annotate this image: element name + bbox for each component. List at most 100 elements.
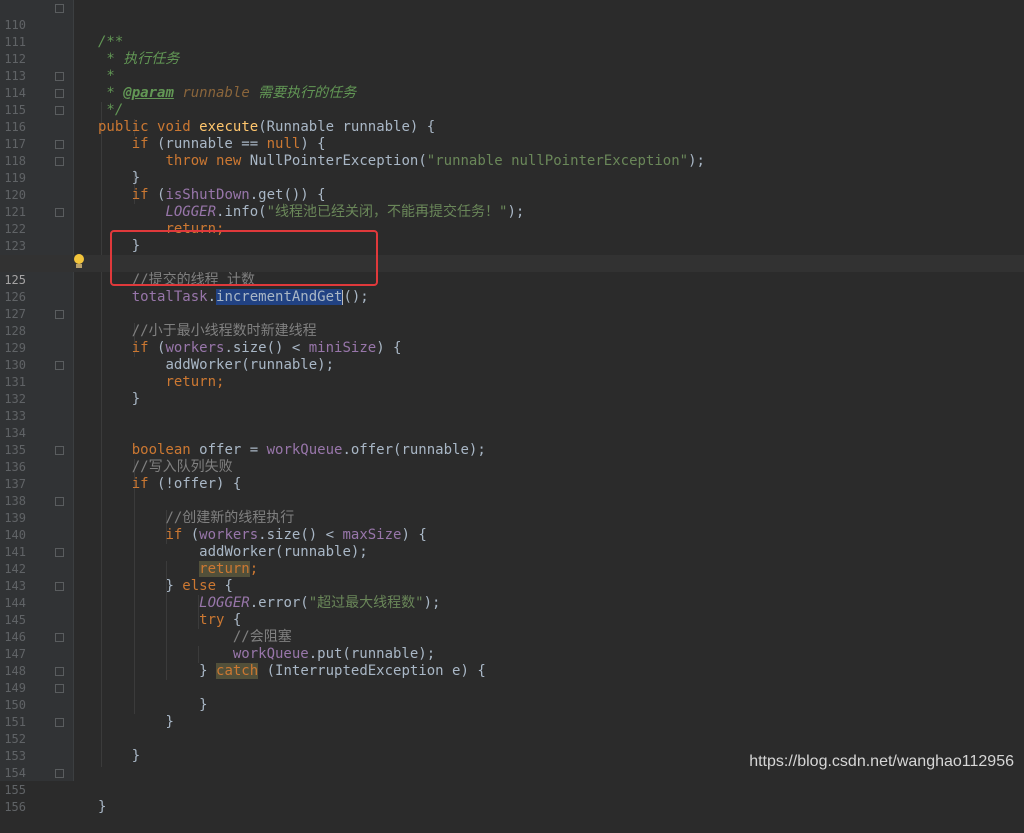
code-text: }: [98, 170, 140, 187]
code-line[interactable]: 150 }: [0, 680, 174, 730]
code-line[interactable]: 133: [0, 391, 34, 423]
code-line[interactable]: 110 /**: [0, 0, 123, 50]
code-line[interactable]: 120 LOGGER.info("线程池已经关闭，不能再提交任务！");: [0, 170, 524, 220]
code-line[interactable]: 117 throw new NullPointerException("runn…: [0, 119, 705, 169]
javadoc-param: runnable: [182, 85, 250, 101]
field-reference: maxSize: [342, 527, 402, 543]
fold-marker[interactable]: [55, 140, 64, 149]
code-line[interactable]: 135 //写入队列失败: [0, 425, 232, 475]
code-token: (Runnable runnable) {: [258, 119, 436, 135]
code-line[interactable]: 144 try {: [0, 578, 241, 628]
fold-marker[interactable]: [55, 310, 64, 319]
code-text: if (workers.size() < miniSize) {: [98, 340, 402, 357]
fold-marker[interactable]: [55, 769, 64, 778]
code-text: } catch (InterruptedException e) {: [98, 663, 486, 680]
code-line[interactable]: 132: [0, 374, 34, 406]
code-line[interactable]: 141 return;: [0, 527, 258, 577]
fold-marker[interactable]: [55, 106, 64, 115]
code-line[interactable]: 130 return;: [0, 340, 224, 390]
code-text: }: [98, 391, 140, 408]
code-token: offer =: [190, 442, 267, 458]
code-line[interactable]: 116 if (runnable == null) {: [0, 102, 325, 152]
code-text: }: [98, 714, 173, 731]
code-line[interactable]: 131 }: [0, 357, 140, 407]
code-line[interactable]: 113 * @param runnable 需要执行的任务: [0, 51, 356, 101]
fold-marker[interactable]: [55, 684, 64, 693]
code-line[interactable]: 118 }: [0, 136, 140, 186]
line-comment: //创建新的线程执行: [165, 510, 295, 526]
fold-marker[interactable]: [55, 633, 64, 642]
watermark: https://blog.csdn.net/wanghao112956: [749, 753, 1014, 770]
code-line[interactable]: 149 }: [0, 663, 207, 713]
fold-marker[interactable]: [55, 72, 64, 81]
keyword-highlighted: catch: [216, 663, 259, 679]
string-literal: "线程池已经关闭，不能再提交任务！": [266, 204, 508, 220]
code-line[interactable]: 137: [0, 459, 34, 491]
code-line[interactable]: 152 }: [0, 714, 140, 764]
fold-marker[interactable]: [55, 208, 64, 217]
code-line[interactable]: 126: [0, 272, 34, 304]
code-line[interactable]: 121 return;: [0, 187, 224, 237]
code-line[interactable]: 142 } else {: [0, 544, 233, 594]
code-text: * 执行任务: [98, 51, 179, 68]
selected-method-call[interactable]: incrementAndGet: [216, 289, 343, 305]
code-line[interactable]: 139 if (workers.size() < maxSize) {: [0, 493, 426, 543]
fold-marker[interactable]: [55, 157, 64, 166]
code-text: totalTask.incrementAndGet();: [98, 289, 369, 306]
code-line[interactable]: 119 if (isShutDown.get()) {: [0, 153, 325, 203]
fold-marker[interactable]: [55, 548, 64, 557]
code-line[interactable]: 145 //会阻塞: [0, 595, 291, 645]
code-text: workQueue.put(runnable);: [98, 646, 435, 663]
code-text: try {: [98, 612, 241, 629]
fold-marker[interactable]: [55, 446, 64, 455]
code-token: (runnable ==: [148, 136, 267, 152]
fold-marker[interactable]: [55, 497, 64, 506]
code-line[interactable]: 128 if (workers.size() < miniSize) {: [0, 306, 401, 356]
code-text: //创建新的线程执行: [98, 510, 294, 527]
line-comment: //写入队列失败: [131, 459, 233, 475]
code-token: );: [688, 153, 705, 169]
code-line[interactable]: 148: [0, 646, 34, 678]
fold-marker[interactable]: [55, 718, 64, 727]
code-line[interactable]: 138 //创建新的线程执行: [0, 476, 294, 526]
code-token: .offer(runnable);: [342, 442, 486, 458]
code-line[interactable]: 124 //提交的线程 计数: [0, 238, 255, 288]
code-editor[interactable]: 110 /** 111 * 执行任务 112 * 113 * @param ru…: [0, 0, 1024, 815]
code-line[interactable]: 156: [0, 782, 34, 814]
code-line[interactable]: 134 boolean offer = workQueue.offer(runn…: [0, 408, 485, 458]
fold-marker[interactable]: [55, 667, 64, 676]
code-line[interactable]: 111 * 执行任务: [0, 17, 179, 67]
code-line[interactable]: 115 public void execute(Runnable runnabl…: [0, 85, 435, 135]
lightbulb-icon[interactable]: [73, 254, 85, 268]
code-line[interactable]: 123: [0, 221, 34, 253]
code-token: ) {: [300, 136, 326, 152]
code-line[interactable]: 122 }: [0, 204, 140, 254]
code-text: //写入队列失败: [98, 459, 233, 476]
code-line[interactable]: 112 *: [0, 34, 115, 84]
code-line[interactable]: 154: [0, 748, 34, 780]
code-line[interactable]: 114 */: [0, 68, 123, 118]
code-token: ;: [216, 374, 225, 390]
keyword: throw: [165, 153, 208, 169]
code-line[interactable]: 127 //小于最小线程数时新建线程: [0, 289, 316, 339]
code-line[interactable]: 136 if (!offer) {: [0, 442, 241, 492]
code-line[interactable]: 129 addWorker(runnable);: [0, 323, 334, 373]
code-line[interactable]: 155 }: [0, 765, 106, 815]
keyword: try: [199, 612, 225, 628]
code-token: }: [199, 697, 208, 713]
code-line[interactable]: 146 workQueue.put(runnable);: [0, 612, 435, 662]
code-line[interactable]: 143 LOGGER.error("超过最大线程数");: [0, 561, 440, 611]
code-line[interactable]: 151: [0, 697, 34, 729]
code-token: (: [148, 340, 166, 356]
code-text: if (!offer) {: [98, 476, 242, 493]
fold-marker[interactable]: [55, 89, 64, 98]
keyword: new: [216, 153, 242, 169]
code-line[interactable]: 147 } catch (InterruptedException e) {: [0, 629, 486, 679]
fold-marker[interactable]: [55, 361, 64, 370]
fold-marker[interactable]: [55, 582, 64, 591]
code-text: return;: [98, 561, 258, 578]
fold-marker[interactable]: [55, 4, 64, 13]
code-line[interactable]: 153: [0, 731, 34, 763]
code-text: * @param runnable 需要执行的任务: [98, 85, 356, 102]
code-line[interactable]: 140 addWorker(runnable);: [0, 510, 367, 560]
